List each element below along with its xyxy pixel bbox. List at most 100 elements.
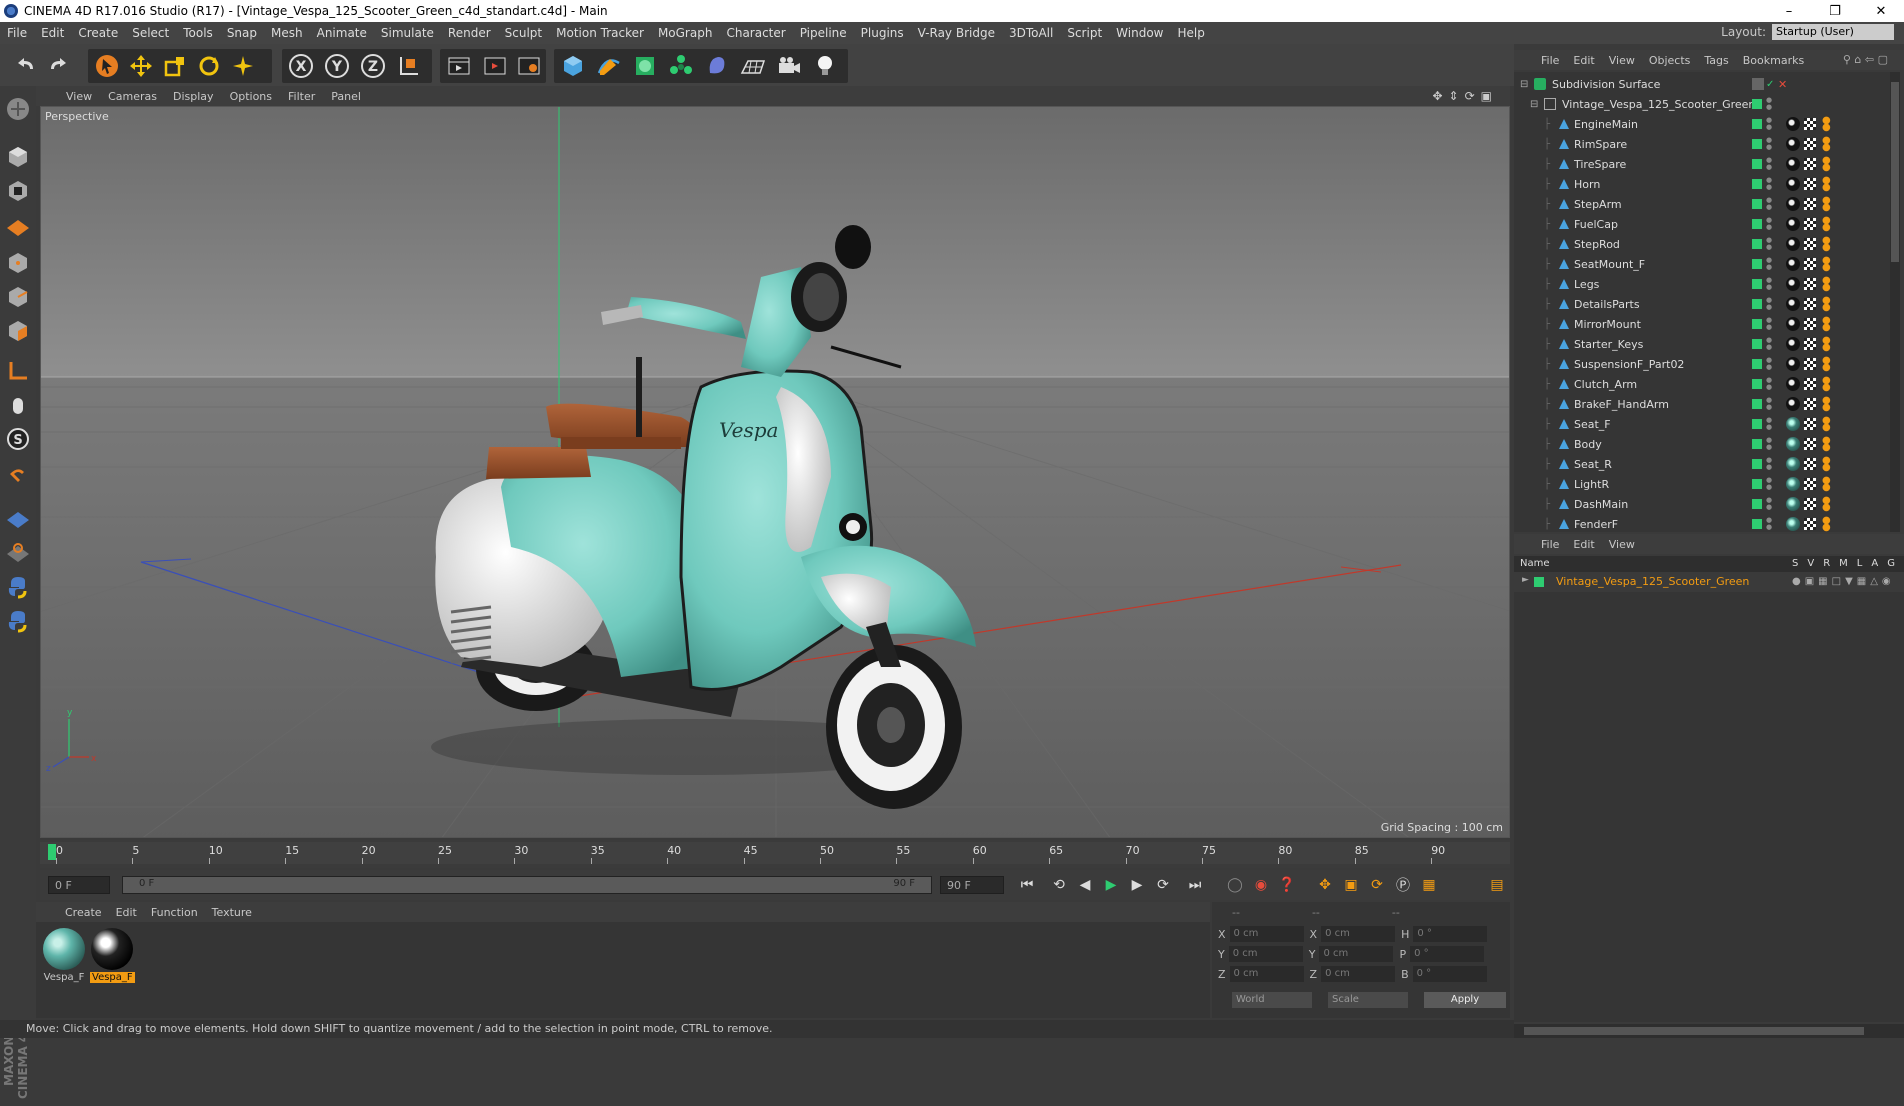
redo-icon[interactable]	[44, 51, 74, 81]
material-tag-icon[interactable]	[1786, 337, 1800, 351]
timeline-ruler[interactable]: 051015202530354045505560657075808590	[40, 840, 1510, 868]
texture-tag-icon[interactable]	[1804, 178, 1816, 190]
texture-tag-icon[interactable]	[1804, 238, 1816, 250]
workplane-mode-icon[interactable]	[3, 210, 33, 240]
expand-icon[interactable]: ►	[1522, 575, 1529, 585]
next-key-icon[interactable]: ⟳	[1152, 874, 1174, 896]
tree-row[interactable]: ├DashMain●●●●	[1514, 494, 1890, 514]
menu-render[interactable]: Render	[441, 26, 498, 40]
texture-tag-icon[interactable]	[1804, 458, 1816, 470]
visibility-dots-icon[interactable]: ●●	[1766, 477, 1772, 491]
recent-tool-icon[interactable]	[228, 51, 258, 81]
pen-spline-icon[interactable]	[594, 51, 624, 81]
check-icon[interactable]: ✓	[1766, 79, 1774, 90]
visibility-dots-icon[interactable]: ●●	[1766, 237, 1772, 251]
goto-start-icon[interactable]: ⏮	[1016, 874, 1038, 896]
visibility-dots-icon[interactable]: ●●	[1766, 217, 1772, 231]
viewport-menu-view[interactable]: View	[58, 90, 100, 103]
subdivision-surface-icon[interactable]	[630, 51, 660, 81]
selection-tag-icon[interactable]: ●●	[1822, 397, 1832, 411]
selection-tag-icon[interactable]: ●●	[1822, 457, 1832, 471]
menu-edit[interactable]: Edit	[34, 26, 71, 40]
texture-tag-icon[interactable]	[1804, 258, 1816, 270]
material-tag-icon[interactable]	[1786, 437, 1800, 451]
material-menu-function[interactable]: Function	[144, 906, 205, 919]
tree-row[interactable]: ├DetailsParts●●●●	[1514, 294, 1890, 314]
texture-tag-icon[interactable]	[1804, 138, 1816, 150]
coord-field[interactable]: 0 cm	[1321, 966, 1395, 982]
y-axis-lock-icon[interactable]: Y	[322, 51, 352, 81]
material-tag-icon[interactable]	[1786, 417, 1800, 431]
material-tag-icon[interactable]	[1786, 497, 1800, 511]
menu-vray-bridge[interactable]: V-Ray Bridge	[911, 26, 1002, 40]
camera-object-icon[interactable]	[774, 51, 804, 81]
menu-character[interactable]: Character	[719, 26, 792, 40]
model-mode-icon[interactable]	[3, 142, 33, 172]
menu-sculpt[interactable]: Sculpt	[498, 26, 549, 40]
visibility-dots-icon[interactable]: ●●	[1766, 257, 1772, 271]
coord-field[interactable]: 0 °	[1413, 966, 1487, 982]
scrollbar-thumb[interactable]	[1524, 1027, 1864, 1035]
layer-toggle-icons[interactable]: ●▣▦□▼▦△◉	[1792, 576, 1895, 587]
menu-help[interactable]: Help	[1170, 26, 1211, 40]
timeline-playhead[interactable]	[48, 844, 56, 860]
material-tag-icon[interactable]	[1786, 257, 1800, 271]
coord-field[interactable]: 0 °	[1413, 926, 1487, 942]
coord-field[interactable]: 0 °	[1410, 946, 1484, 962]
selection-tag-icon[interactable]: ●●	[1822, 157, 1832, 171]
selection-tag-icon[interactable]: ●●	[1822, 137, 1832, 151]
visibility-dots-icon[interactable]: ●●	[1766, 317, 1772, 331]
autokey-icon[interactable]: ❓	[1276, 874, 1298, 896]
texture-tag-icon[interactable]	[1804, 518, 1816, 530]
tree-row[interactable]: ├FuelCap●●●●	[1514, 214, 1890, 234]
play-icon[interactable]: ▶	[1100, 874, 1122, 896]
tree-row[interactable]: ├Legs●●●●	[1514, 274, 1890, 294]
scale-tool-icon[interactable]	[160, 51, 190, 81]
attr-menu-view[interactable]: View	[1602, 538, 1642, 551]
minimize-button[interactable]: –	[1766, 0, 1812, 22]
material-tag-icon[interactable]	[1786, 177, 1800, 191]
x-axis-lock-icon[interactable]: X	[286, 51, 316, 81]
selection-tag-icon[interactable]: ●●	[1822, 517, 1832, 531]
scale-dropdown[interactable]: Scale	[1328, 992, 1408, 1008]
toggle-view-icon[interactable]: ▣	[1481, 89, 1492, 103]
snap-icon[interactable]: S	[3, 424, 33, 454]
visibility-dots-icon[interactable]: ●●	[1766, 377, 1772, 391]
viewport-menu-options[interactable]: Options	[222, 90, 280, 103]
visibility-dots-icon[interactable]: ●●	[1766, 117, 1772, 131]
selection-tag-icon[interactable]: ●●	[1822, 277, 1832, 291]
objmgr-menu-view[interactable]: View	[1602, 54, 1642, 67]
tree-row[interactable]: ├FenderF●●●●	[1514, 514, 1890, 532]
tree-row[interactable]: ├Horn●●●●	[1514, 174, 1890, 194]
viewport-menu-display[interactable]: Display	[165, 90, 222, 103]
viewport-menu-panel[interactable]: Panel	[323, 90, 369, 103]
material-tag-icon[interactable]	[1786, 197, 1800, 211]
material-tag-icon[interactable]	[1786, 457, 1800, 471]
selection-tag-icon[interactable]: ●●	[1822, 257, 1832, 271]
light-object-icon[interactable]	[810, 51, 840, 81]
visibility-dots-icon[interactable]: ●●	[1766, 297, 1772, 311]
cube-object-icon[interactable]	[558, 51, 588, 81]
points-mode-icon[interactable]	[3, 248, 33, 278]
tree-row[interactable]: ├Starter_Keys●●●●	[1514, 334, 1890, 354]
tree-row[interactable]: ├StepArm●●●●	[1514, 194, 1890, 214]
visibility-dots-icon[interactable]: ●●	[1766, 97, 1772, 111]
material-tag-icon[interactable]	[1786, 237, 1800, 251]
texture-tag-icon[interactable]	[1804, 298, 1816, 310]
selection-tag-icon[interactable]: ●●	[1822, 177, 1832, 191]
attribute-hscrollbar[interactable]	[1514, 1024, 1904, 1038]
prev-key-icon[interactable]: ⟲	[1048, 874, 1070, 896]
texture-tag-icon[interactable]	[1804, 158, 1816, 170]
viewport-menu-cameras[interactable]: Cameras	[100, 90, 165, 103]
selection-tag-icon[interactable]: ●●	[1822, 477, 1832, 491]
selection-tag-icon[interactable]: ●●	[1822, 297, 1832, 311]
key-rotation-icon[interactable]: ⟳	[1366, 874, 1388, 896]
texture-mode-icon[interactable]	[3, 176, 33, 206]
rotate-tool-icon[interactable]	[194, 51, 224, 81]
tree-row[interactable]: ├MirrorMount●●●●	[1514, 314, 1890, 334]
texture-tag-icon[interactable]	[1804, 498, 1816, 510]
edges-mode-icon[interactable]	[3, 282, 33, 312]
workplane-lock-icon[interactable]	[3, 502, 33, 532]
collapse-icon[interactable]: ⊟	[1520, 79, 1528, 90]
floor-object-icon[interactable]	[738, 51, 768, 81]
